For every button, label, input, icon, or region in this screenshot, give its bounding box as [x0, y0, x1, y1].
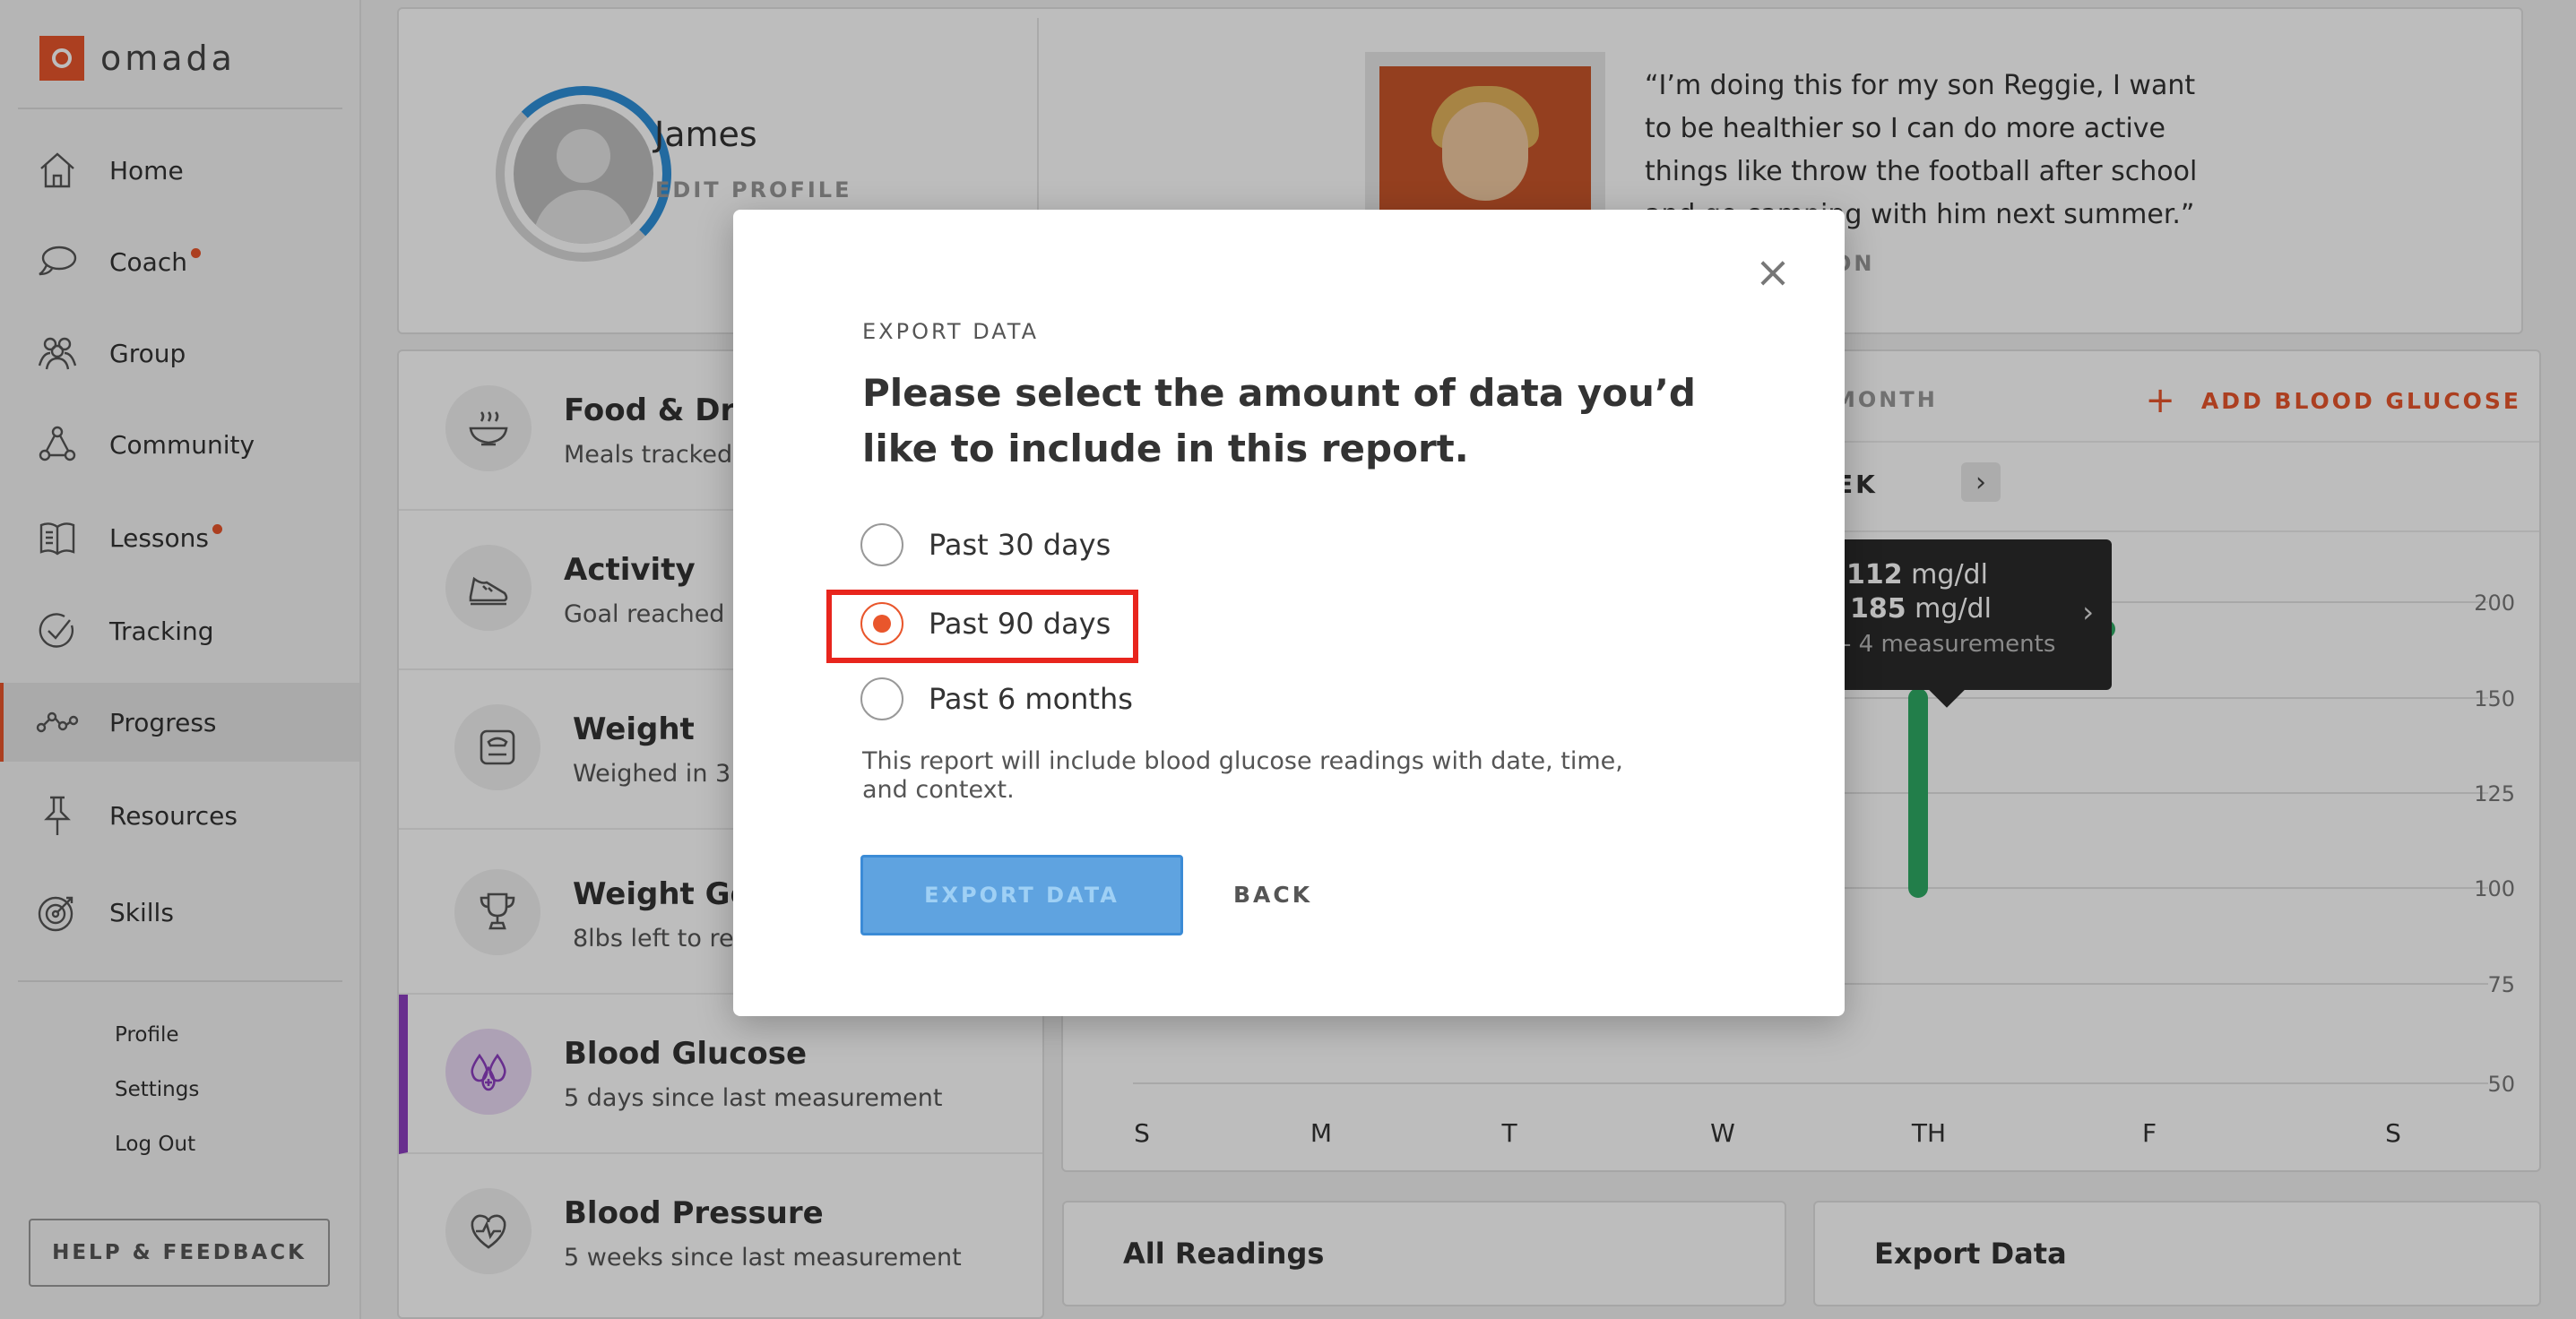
export-data-button[interactable]: EXPORT DATA — [860, 855, 1183, 935]
radio-button[interactable] — [860, 523, 903, 566]
radio-button[interactable] — [860, 677, 903, 720]
close-icon[interactable]: × — [1746, 246, 1800, 299]
option-label: Past 30 days — [929, 528, 1111, 562]
back-button[interactable]: BACK — [1233, 882, 1312, 908]
modal-note: This report will include blood glucose r… — [862, 747, 1623, 804]
option-label: Past 6 months — [929, 682, 1133, 716]
modal-heading: Please select the amount of data you’d l… — [862, 371, 1696, 470]
selection-highlight-box — [826, 590, 1138, 663]
option-past-30-days[interactable]: Past 30 days — [860, 520, 1111, 570]
modal-eyebrow: EXPORT DATA — [862, 319, 1040, 344]
option-past-6-months[interactable]: Past 6 months — [860, 674, 1133, 724]
